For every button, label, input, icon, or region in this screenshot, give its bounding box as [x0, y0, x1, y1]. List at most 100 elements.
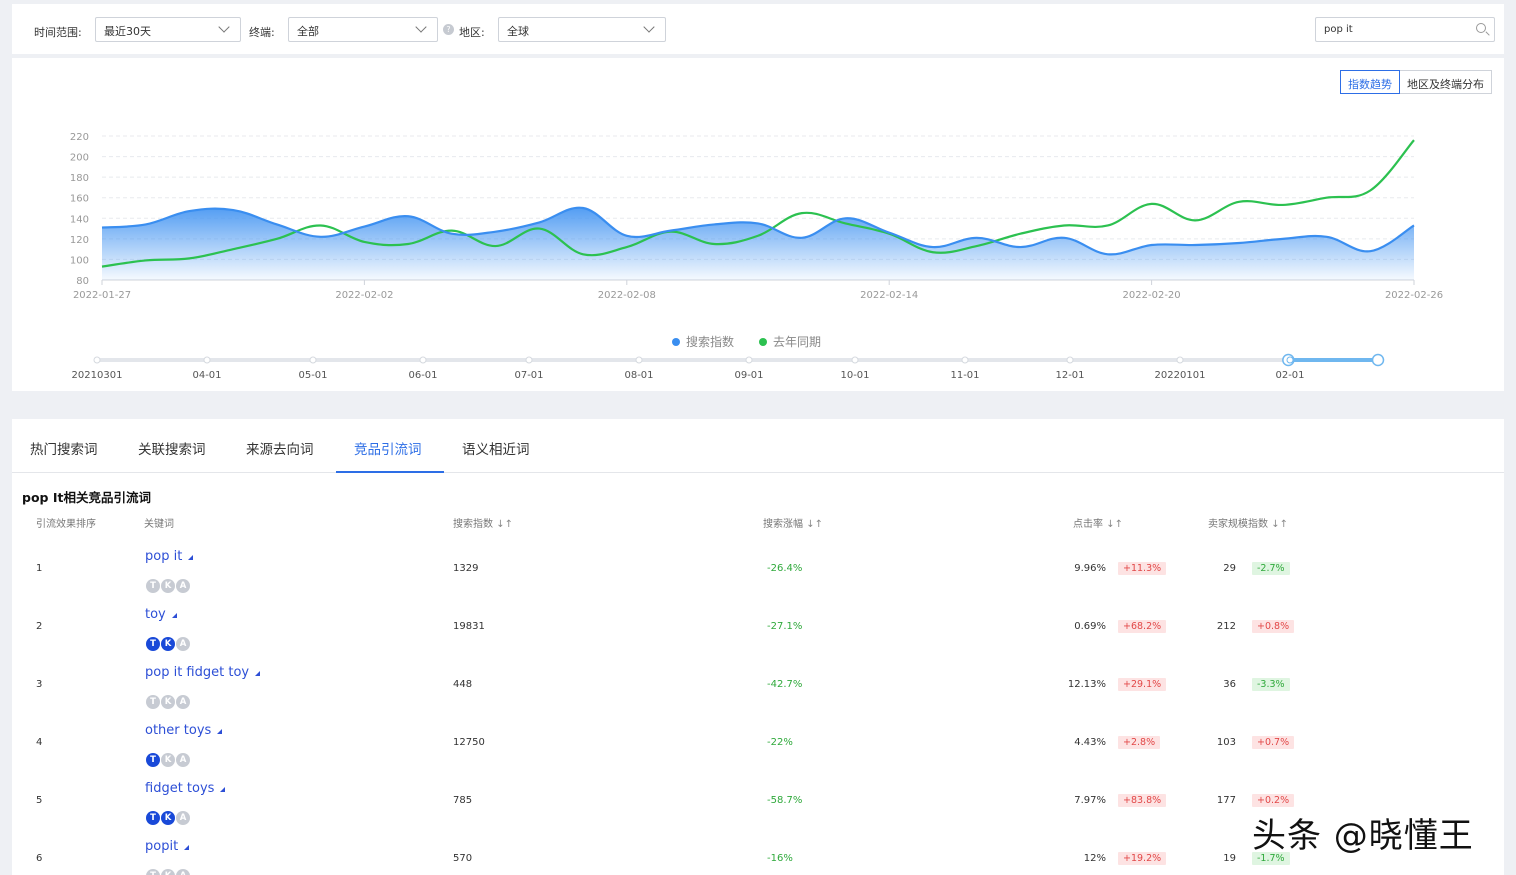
y-tick-label: 100 [70, 255, 89, 266]
corner-triangle-icon [171, 613, 177, 618]
corner-triangle-icon [184, 845, 190, 850]
badge-a-icon: A [176, 579, 190, 593]
x-tick-label: 2022-02-14 [860, 290, 918, 301]
col-search-change-label: 搜索涨幅 [763, 519, 803, 530]
ctr-cell: 9.96% [1074, 563, 1106, 574]
search-index-cell: 448 [453, 679, 473, 690]
slider-tick-label: 08-01 [624, 370, 653, 381]
badge-a-icon: A [176, 753, 190, 767]
keyword-link[interactable]: fidget toys [145, 781, 226, 796]
rank-cell: 1 [36, 563, 43, 574]
slider-tick-label: 12-01 [1055, 370, 1084, 381]
slider-tick-dot [309, 356, 317, 364]
badge-t-icon: T [146, 753, 160, 767]
badge-k-icon: K [161, 579, 175, 593]
search-change-cell: -42.7% [767, 679, 803, 690]
x-tick-label: 2022-02-20 [1123, 290, 1181, 301]
tab-competitor-traffic[interactable]: 竞品引流词 [354, 438, 422, 458]
keyword-panel: 热门搜索词 关联搜索词 来源去向词 竞品引流词 语义相近词 pop It相关竞品… [12, 419, 1504, 875]
slider-tick-dot [1286, 356, 1294, 364]
sort-icon[interactable]: ↓↑ [806, 519, 823, 530]
seller-index-cell: 177 [1216, 795, 1236, 806]
rank-cell: 4 [36, 737, 43, 748]
keyword-text: toy [145, 607, 166, 622]
rank-cell: 5 [36, 795, 43, 806]
col-search-index[interactable]: 搜索指数 ↓↑ [453, 515, 513, 530]
keyword-link[interactable]: pop it [145, 549, 194, 564]
slider-tick-label: 20220101 [1155, 370, 1206, 381]
search-index-cell: 570 [453, 853, 473, 864]
keyword-link[interactable]: pop it fidget toy [145, 665, 261, 680]
col-keyword: 关键词 [144, 519, 174, 530]
tab-semantic-similar[interactable]: 语义相近词 [462, 438, 530, 458]
device-select[interactable]: 全部 [288, 17, 438, 42]
active-tab-indicator [336, 471, 444, 473]
slider-tick-dot [203, 356, 211, 364]
search-change-cell: -16% [767, 853, 793, 864]
col-search-index-label: 搜索指数 [453, 519, 493, 530]
ctr-change-badge: +83.8% [1118, 794, 1167, 807]
filter-bar: 时间范围: 最近30天 终端: 全部 ? 地区: 全球 pop it [12, 4, 1504, 54]
slider-tick-label: 05-01 [298, 370, 327, 381]
keyword-text: popit [145, 839, 179, 854]
search-icon[interactable] [1476, 23, 1486, 33]
platform-badges: TKA [146, 805, 191, 825]
search-value: pop it [1324, 24, 1353, 35]
slider-tick-dot [635, 356, 643, 364]
search-index-cell: 1329 [453, 563, 479, 574]
sort-icon[interactable]: ↓↑ [1271, 519, 1288, 530]
time-range-select[interactable]: 最近30天 [95, 17, 241, 42]
slider-tick-dot [1176, 356, 1184, 364]
badge-a-icon: A [176, 869, 190, 875]
corner-triangle-icon [188, 555, 194, 560]
x-tick-label: 2022-02-26 [1385, 290, 1443, 301]
keyword-tabs: 热门搜索词 关联搜索词 来源去向词 竞品引流词 语义相近词 [12, 419, 1504, 473]
keyword-text: pop it fidget toy [145, 665, 250, 680]
seller-change-badge: +0.2% [1252, 794, 1295, 807]
y-tick-label: 80 [76, 276, 89, 287]
rank-cell: 2 [36, 621, 43, 632]
device-label: 终端: [249, 26, 275, 39]
tab-index-trend[interactable]: 指数趋势 [1340, 70, 1400, 94]
ctr-cell: 7.97% [1074, 795, 1106, 806]
corner-triangle-icon [217, 729, 223, 734]
region-value: 全球 [507, 25, 529, 38]
col-seller-index[interactable]: 卖家规模指数 ↓↑ [1208, 515, 1288, 530]
badge-k-icon: K [161, 869, 175, 875]
legend-label: 去年同期 [773, 335, 821, 349]
region-select[interactable]: 全球 [498, 17, 666, 42]
slider-tick-label: 10-01 [840, 370, 869, 381]
keyword-link[interactable]: toy [145, 607, 177, 622]
tab-source-dest[interactable]: 来源去向词 [246, 438, 314, 458]
help-icon[interactable]: ? [443, 24, 454, 35]
tab-related-search[interactable]: 关联搜索词 [138, 438, 206, 458]
y-tick-label: 200 [70, 153, 89, 164]
rank-cell: 3 [36, 679, 43, 690]
col-ctr-label: 点击率 [1073, 519, 1103, 530]
search-change-cell: -58.7% [767, 795, 803, 806]
badge-k-icon: K [161, 753, 175, 767]
slider-tick-dot [419, 356, 427, 364]
col-seller-index-label: 卖家规模指数 [1208, 519, 1268, 530]
keyword-link[interactable]: popit [145, 839, 190, 854]
col-ctr[interactable]: 点击率 ↓↑ [1073, 515, 1123, 530]
keyword-link[interactable]: other toys [145, 723, 223, 738]
slider-tick-dot [745, 356, 753, 364]
section-title: pop It相关竞品引流词 [22, 490, 151, 505]
slider-tick-label: 11-01 [950, 370, 979, 381]
platform-badges: TKA [146, 863, 191, 875]
tab-hot-search[interactable]: 热门搜索词 [30, 438, 98, 458]
slider-tick-dot [1066, 356, 1074, 364]
col-rank: 引流效果排序 [36, 519, 96, 530]
rank-cell: 6 [36, 853, 43, 864]
slider-handle-end[interactable] [1371, 353, 1385, 367]
y-tick-label: 120 [70, 235, 89, 246]
search-input[interactable]: pop it [1315, 17, 1495, 42]
sort-icon[interactable]: ↓↑ [1106, 519, 1123, 530]
ctr-change-badge: +29.1% [1118, 678, 1167, 691]
ctr-change-badge: +68.2% [1118, 620, 1167, 633]
y-tick-label: 220 [70, 132, 89, 143]
sort-icon[interactable]: ↓↑ [496, 519, 513, 530]
x-tick-label: 2022-02-08 [598, 290, 656, 301]
col-search-change[interactable]: 搜索涨幅 ↓↑ [763, 515, 823, 530]
